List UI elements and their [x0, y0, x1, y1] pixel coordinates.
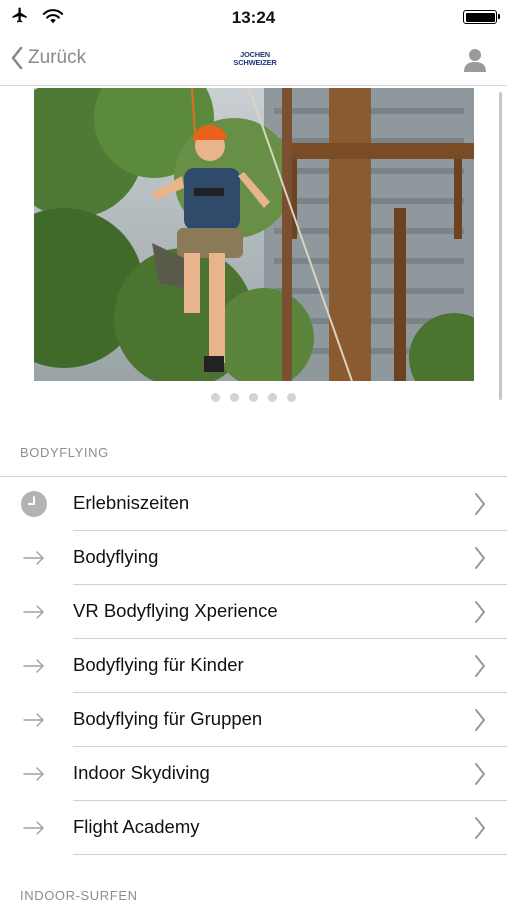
- list-item-erlebniszeiten[interactable]: Erlebniszeiten: [21, 477, 507, 531]
- page-dot[interactable]: [268, 393, 277, 402]
- arrow-right-icon: [23, 713, 44, 727]
- page-dot[interactable]: [211, 393, 220, 402]
- arrow-right-icon: [23, 605, 44, 619]
- clock-icon: [21, 491, 47, 517]
- arrow-right-icon: [23, 659, 44, 673]
- battery-icon: [463, 10, 500, 24]
- chevron-right-icon: [475, 655, 485, 677]
- page-dot[interactable]: [230, 393, 239, 402]
- arrow-right-icon: [23, 551, 44, 565]
- navigation-bar: Zurück JOCHEN SCHWEIZER: [0, 36, 507, 86]
- list-item-label: Bodyflying für Kinder: [73, 654, 244, 675]
- list-item-label: Flight Academy: [73, 816, 200, 837]
- photo-climber-high-ropes: [34, 88, 474, 381]
- back-label: Zurück: [28, 47, 87, 68]
- arrow-right-icon: [23, 821, 44, 835]
- page-dot[interactable]: [287, 393, 296, 402]
- section-header-indoor-surfen: INDOOR-SURFEN: [20, 888, 138, 903]
- page-dot[interactable]: [249, 393, 258, 402]
- logo-line-2: SCHWEIZER: [233, 58, 277, 67]
- chevron-right-icon: [475, 601, 485, 623]
- list-item-bodyflying[interactable]: Bodyflying: [23, 531, 507, 585]
- scroll-indicator[interactable]: [499, 92, 502, 400]
- list-item-vr-bodyflying-xperience[interactable]: VR Bodyflying Xperience: [23, 585, 507, 639]
- bodyflying-list: Erlebniszeiten Bodyflying VR Bodyflying …: [0, 476, 507, 855]
- list-item-indoor-skydiving[interactable]: Indoor Skydiving: [23, 747, 507, 801]
- list-item-flight-academy[interactable]: Flight Academy: [23, 801, 507, 855]
- section-header-bodyflying: BODYFLYING: [20, 445, 109, 460]
- back-button[interactable]: Zurück: [10, 46, 86, 70]
- chevron-right-icon: [475, 817, 485, 839]
- status-bar: 13:24: [0, 0, 507, 36]
- status-time: 13:24: [231, 8, 276, 27]
- list-item-label: Erlebniszeiten: [73, 492, 190, 513]
- chevron-right-icon: [475, 763, 485, 785]
- list-item-label: Bodyflying für Gruppen: [73, 708, 263, 729]
- chevron-right-icon: [475, 709, 485, 731]
- chevron-left-icon: [11, 46, 23, 70]
- hero-photo[interactable]: [34, 88, 474, 381]
- user-icon: [464, 49, 486, 72]
- chevron-right-icon: [475, 547, 485, 569]
- list-item-label: Indoor Skydiving: [73, 762, 210, 783]
- brand-logo: JOCHEN SCHWEIZER: [232, 51, 278, 67]
- list-item-label: VR Bodyflying Xperience: [73, 600, 278, 621]
- list-item-label: Bodyflying: [73, 546, 159, 567]
- chevron-right-icon: [475, 493, 485, 515]
- list-item-bodyflying-fuer-kinder[interactable]: Bodyflying für Kinder: [23, 639, 507, 693]
- list-item-bodyflying-fuer-gruppen[interactable]: Bodyflying für Gruppen: [23, 693, 507, 747]
- carousel-page-indicator: [0, 393, 507, 402]
- profile-button[interactable]: [461, 46, 489, 74]
- arrow-right-icon: [23, 767, 44, 781]
